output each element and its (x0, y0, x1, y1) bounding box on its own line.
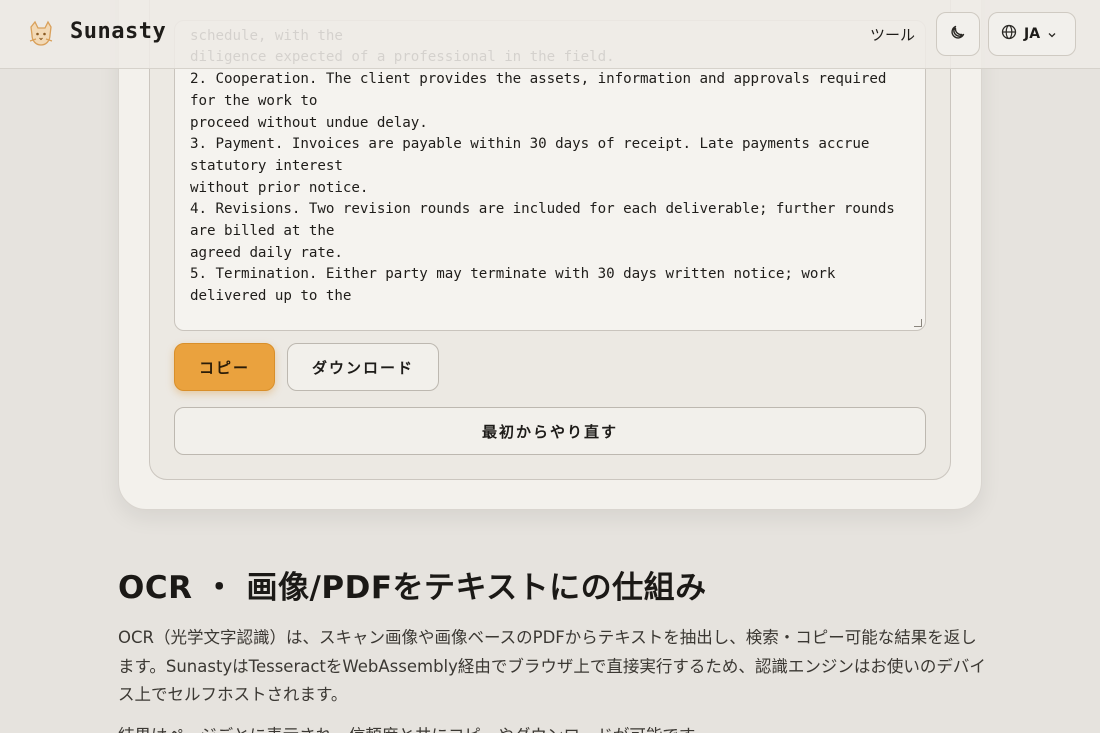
section-paragraph-2: 結果はページごとに表示され、信頼度と共にコピーやダウンロードが可能です。 (118, 722, 988, 733)
start-over-button[interactable]: 最初からやり直す (174, 407, 926, 455)
download-button[interactable]: ダウンロード (287, 343, 439, 391)
copy-button[interactable]: コピー (174, 343, 275, 391)
moon-icon (950, 24, 966, 44)
language-selector[interactable]: JA (988, 12, 1076, 56)
resize-handle-icon[interactable] (914, 319, 922, 327)
nav-tools-link[interactable]: ツール (870, 24, 915, 45)
chevron-down-icon (1047, 25, 1057, 44)
theme-toggle-button[interactable] (936, 12, 980, 56)
site-header: Sunasty ツール JA (0, 0, 1100, 69)
brand-name[interactable]: Sunasty (70, 19, 166, 44)
section-heading: OCR ・ 画像/PDFをテキストにの仕組み (118, 570, 707, 606)
cat-logo-icon[interactable] (26, 19, 56, 49)
section-paragraph: OCR（光学文字認識）は、スキャン画像や画像ベースのPDFからテキストを抽出し、… (118, 628, 986, 704)
language-label: JA (1024, 26, 1041, 42)
globe-icon (1001, 24, 1017, 44)
